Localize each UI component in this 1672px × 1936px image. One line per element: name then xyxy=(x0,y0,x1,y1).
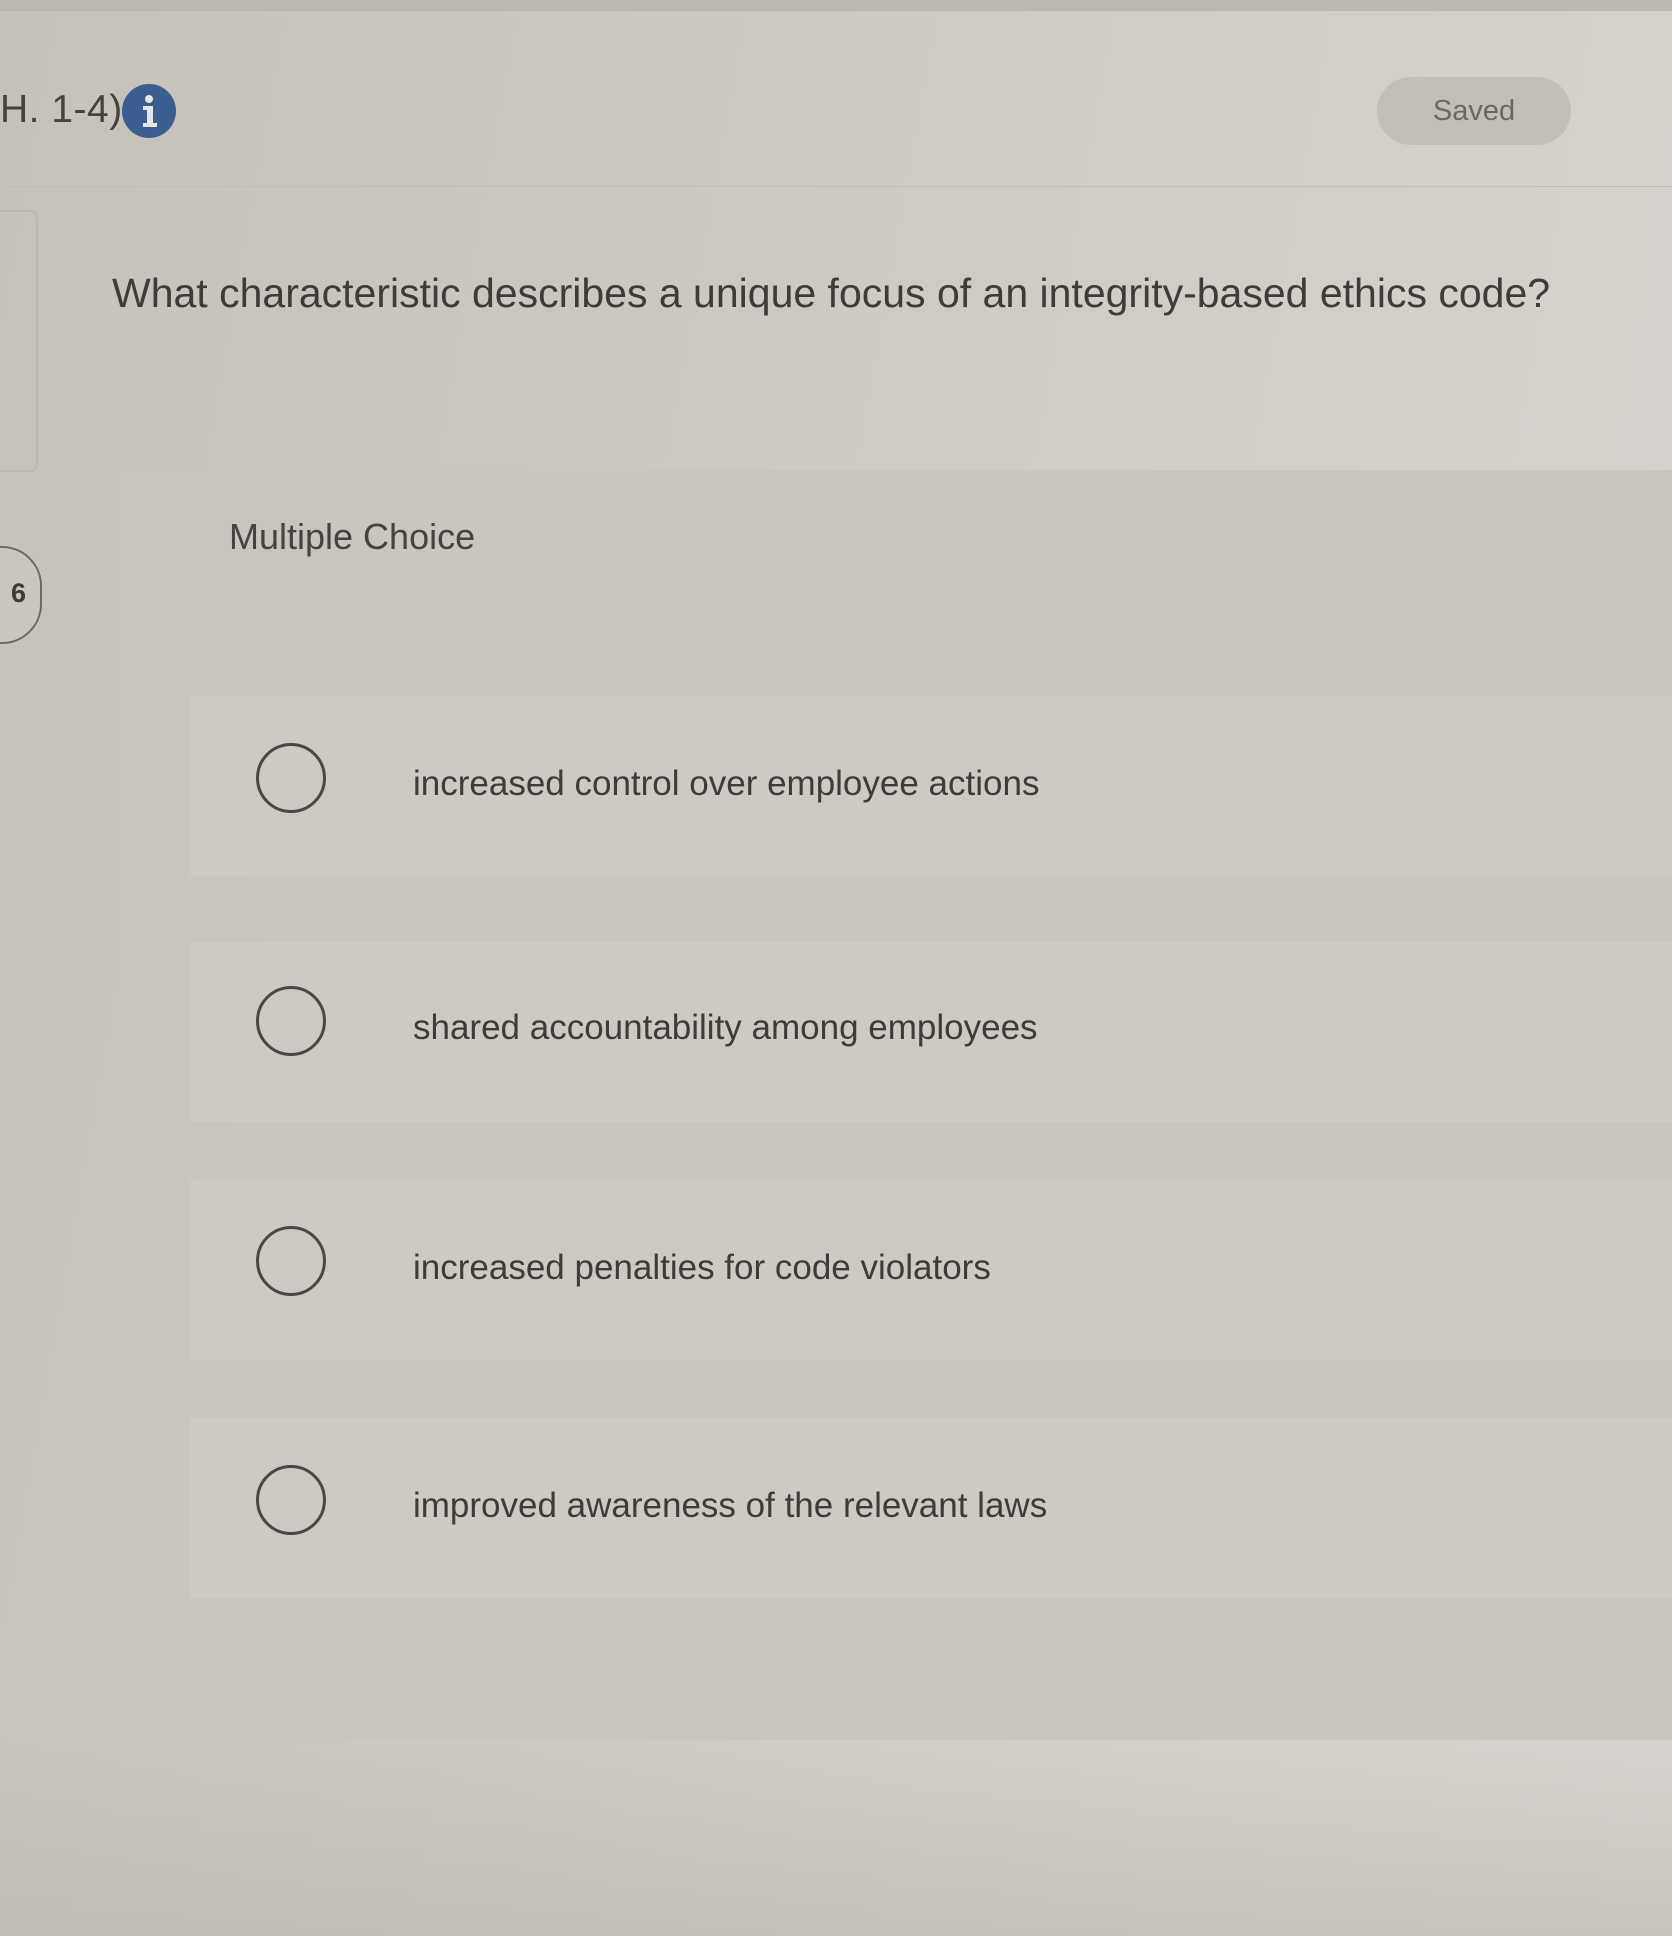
saved-status-badge: Saved xyxy=(1377,77,1571,145)
choice-label[interactable]: increased control over employee actions xyxy=(413,764,1039,804)
choice-label[interactable]: shared accountability among employees xyxy=(413,1008,1038,1048)
choice-option-3[interactable]: increased penalties for code violators xyxy=(190,1180,1672,1360)
choice-option-2[interactable]: shared accountability among employees xyxy=(190,942,1672,1122)
question-breadcrumb: H. 1-4) xyxy=(0,88,123,131)
radio-button[interactable] xyxy=(256,1226,326,1296)
choice-label[interactable]: increased penalties for code violators xyxy=(413,1248,991,1288)
radio-button[interactable] xyxy=(256,743,326,813)
info-glyph-icon xyxy=(143,95,157,127)
question-number: 6 xyxy=(10,578,26,608)
question-type-label: Multiple Choice xyxy=(229,516,476,557)
info-icon[interactable] xyxy=(122,84,176,138)
choice-label[interactable]: improved awareness of the relevant laws xyxy=(413,1486,1047,1526)
question-number-badge[interactable]: 6 xyxy=(0,546,42,644)
browser-top-strip xyxy=(0,0,1672,11)
choice-option-1[interactable]: increased control over employee actions xyxy=(190,696,1672,876)
radio-button[interactable] xyxy=(256,1465,326,1535)
question-text: What characteristic describes a unique f… xyxy=(112,270,1551,316)
choice-option-4[interactable]: improved awareness of the relevant laws xyxy=(190,1418,1672,1598)
bottom-shadow xyxy=(0,1740,1672,1936)
radio-button[interactable] xyxy=(256,986,326,1056)
left-sidebar-edge xyxy=(0,210,38,472)
